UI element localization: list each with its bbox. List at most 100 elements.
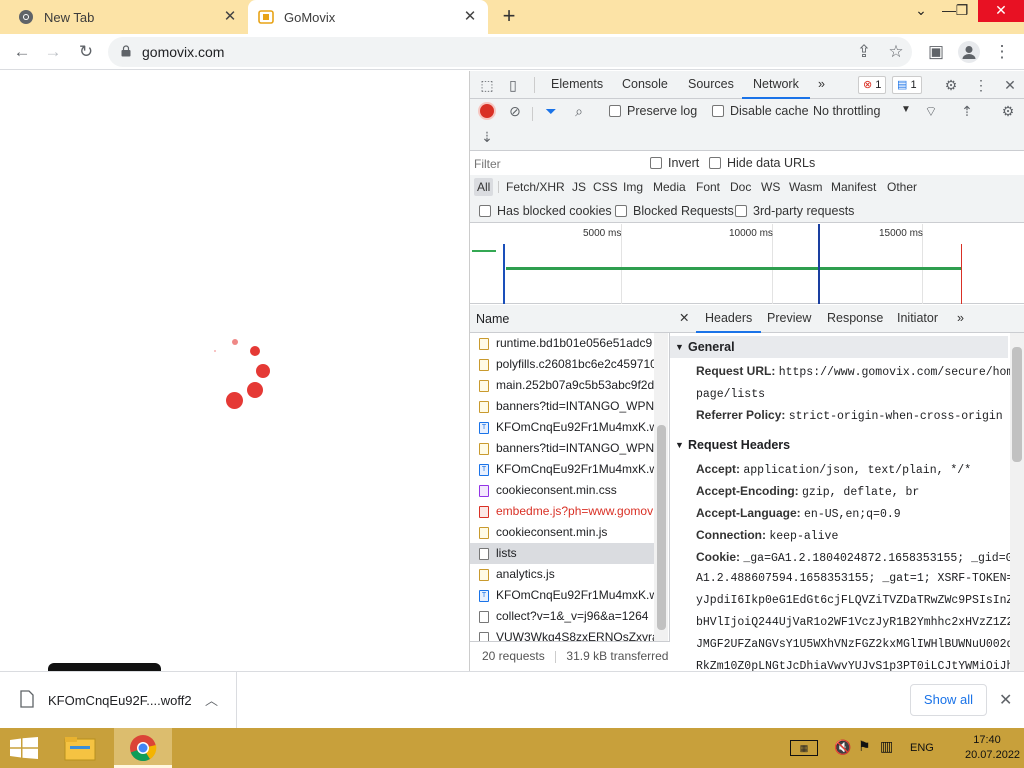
keyboard-icon[interactable]: ▦	[790, 740, 818, 756]
tab-elements[interactable]: Elements	[551, 71, 603, 99]
preserve-log-checkbox[interactable]: Preserve log	[609, 104, 697, 118]
filter-funnel-icon[interactable]: ⏷	[542, 102, 560, 120]
filter-type-img[interactable]: Img	[620, 178, 646, 196]
address-bar[interactable]: gomovix.com ⇪ ☆	[108, 37, 912, 67]
taskbar-chrome-button[interactable]	[114, 728, 172, 768]
filter-type-font[interactable]: Font	[693, 178, 723, 196]
url-text[interactable]: gomovix.com	[142, 44, 224, 60]
windows-start-icon[interactable]	[10, 737, 38, 759]
tab-new-tab[interactable]: New Tab ✕	[8, 0, 248, 34]
request-headers-section-header[interactable]: ▼ Request Headers	[670, 434, 1008, 456]
reload-icon[interactable]: ↻	[76, 42, 96, 62]
file-explorer-icon[interactable]	[64, 735, 96, 761]
lock-icon[interactable]	[121, 45, 131, 57]
clear-icon[interactable]: ⊘	[506, 102, 524, 120]
record-button[interactable]	[480, 104, 494, 118]
disable-cache-checkbox[interactable]: Disable cache	[712, 104, 809, 118]
tab-sources[interactable]: Sources	[688, 71, 734, 99]
request-row[interactable]: runtime.bd1b01e056e51adc9	[470, 333, 654, 354]
tab-preview[interactable]: Preview	[767, 305, 811, 333]
tab-response[interactable]: Response	[827, 305, 883, 333]
menu-kebab-icon[interactable]: ⋮	[972, 76, 990, 94]
search-icon[interactable]: ⌕	[570, 102, 588, 120]
more-tabs-icon[interactable]: »	[818, 71, 825, 99]
filter-type-wasm[interactable]: Wasm	[786, 178, 826, 196]
hide-data-urls-checkbox[interactable]: Hide data URLs	[709, 156, 815, 170]
close-icon[interactable]: ✕	[462, 9, 478, 25]
error-badge[interactable]: ⊗ 1	[858, 76, 887, 94]
filter-type-doc[interactable]: Doc	[727, 178, 754, 196]
filter-type-fetch-xhr[interactable]: Fetch/XHR	[503, 178, 568, 196]
request-row[interactable]: embedme.js?ph=www.gomov	[470, 501, 654, 522]
tab-network[interactable]: Network	[742, 71, 810, 99]
forward-icon[interactable]: →	[43, 42, 63, 62]
request-row[interactable]: T KFOmCnqEu92Fr1Mu4mxK.w	[470, 585, 654, 606]
filter-type-css[interactable]: CSS	[590, 178, 621, 196]
menu-kebab-icon[interactable]: ⋮	[992, 42, 1012, 62]
request-row[interactable]: main.252b07a9c5b53abc9f2d	[470, 375, 654, 396]
has-blocked-cookies-checkbox[interactable]: Has blocked cookies	[479, 204, 612, 218]
bookmark-star-icon[interactable]: ☆	[886, 42, 906, 62]
download-icon[interactable]: ⇣	[478, 128, 496, 146]
tab-console[interactable]: Console	[622, 71, 668, 99]
inspect-element-icon[interactable]: ⬚	[478, 76, 496, 94]
profile-avatar[interactable]	[958, 41, 980, 63]
device-toolbar-icon[interactable]: ▯	[504, 76, 522, 94]
message-badge[interactable]: ▤ 1	[892, 76, 922, 94]
show-all-button[interactable]: Show all	[910, 684, 987, 716]
request-row[interactable]: T KFOmCnqEu92Fr1Mu4mxK.w	[470, 459, 654, 480]
scrollbar-thumb[interactable]	[1012, 347, 1022, 462]
gear-icon[interactable]: ⚙	[942, 76, 960, 94]
share-icon[interactable]: ⇪	[854, 42, 874, 62]
request-row[interactable]: lists	[470, 543, 654, 564]
clock[interactable]: 17:40 20.07.2022	[965, 734, 1020, 761]
filter-type-manifest[interactable]: Manifest	[828, 178, 879, 196]
spinner-dot	[250, 346, 260, 356]
gear-icon[interactable]: ⚙	[999, 102, 1017, 120]
network-icon[interactable]: ▥	[880, 738, 893, 755]
request-list-header[interactable]: Name	[470, 305, 670, 333]
filter-type-other[interactable]: Other	[884, 178, 920, 196]
filter-type-all[interactable]: All	[474, 178, 494, 196]
window-close-button[interactable]: ✕	[978, 0, 1024, 22]
blocked-requests-checkbox[interactable]: Blocked Requests	[615, 204, 734, 218]
network-conditions-icon[interactable]: ⌔	[922, 102, 940, 120]
request-row[interactable]: analytics.js	[470, 564, 654, 585]
tab-headers[interactable]: Headers	[696, 305, 762, 333]
close-icon[interactable]: ✕	[679, 305, 689, 333]
request-row[interactable]: polyfills.c26081bc6e2c459710	[470, 354, 654, 375]
request-row[interactable]: banners?tid=INTANGO_WPN-	[470, 396, 654, 417]
close-icon[interactable]: ✕	[1001, 76, 1019, 94]
request-row[interactable]: banners?tid=INTANGO_WPN-	[470, 438, 654, 459]
third-party-requests-checkbox[interactable]: 3rd-party requests	[735, 204, 854, 218]
request-row[interactable]: collect?v=1&_v=j96&a=1264	[470, 606, 654, 627]
tab-gomovix[interactable]: GoMovix ✕	[248, 0, 488, 34]
flag-icon[interactable]: ⚑	[858, 738, 871, 755]
filter-type-js[interactable]: JS	[569, 178, 589, 196]
tab-strip: New Tab ✕ GoMovix ✕ + ⌄ — ❐ ✕	[0, 0, 1024, 34]
scrollbar-thumb[interactable]	[657, 425, 666, 630]
upload-icon[interactable]: ⇡	[958, 102, 976, 120]
new-tab-button[interactable]: +	[498, 5, 520, 28]
speaker-muted-icon[interactable]: 🔇	[834, 739, 851, 756]
side-panel-icon[interactable]: ▣	[926, 42, 946, 62]
chevron-up-icon[interactable]: ︿	[205, 690, 218, 709]
close-icon[interactable]: ✕	[222, 9, 238, 25]
general-section-header[interactable]: ▼ General	[670, 336, 1008, 358]
filter-type-ws[interactable]: WS	[758, 178, 783, 196]
invert-checkbox[interactable]: Invert	[650, 156, 699, 170]
back-icon[interactable]: ←	[12, 42, 32, 62]
filter-input[interactable]	[474, 154, 636, 173]
tab-initiator[interactable]: Initiator	[897, 305, 938, 333]
close-icon[interactable]: ✕	[999, 690, 1012, 710]
network-overview-timeline[interactable]: 5000 ms 10000 ms 15000 ms	[470, 224, 1024, 304]
input-language[interactable]: ENG	[910, 742, 934, 754]
more-tabs-icon[interactable]: »	[957, 305, 964, 333]
request-row[interactable]: T KFOmCnqEu92Fr1Mu4mxK.w	[470, 417, 654, 438]
throttling-select[interactable]: No throttling ▼	[813, 104, 913, 118]
restore-button[interactable]: ❐	[944, 0, 980, 22]
request-row[interactable]: cookieconsent.min.css	[470, 480, 654, 501]
request-row[interactable]: cookieconsent.min.js	[470, 522, 654, 543]
filter-type-media[interactable]: Media	[650, 178, 689, 196]
download-item[interactable]: KFOmCnqEu92F....woff2 ︿	[0, 672, 237, 728]
